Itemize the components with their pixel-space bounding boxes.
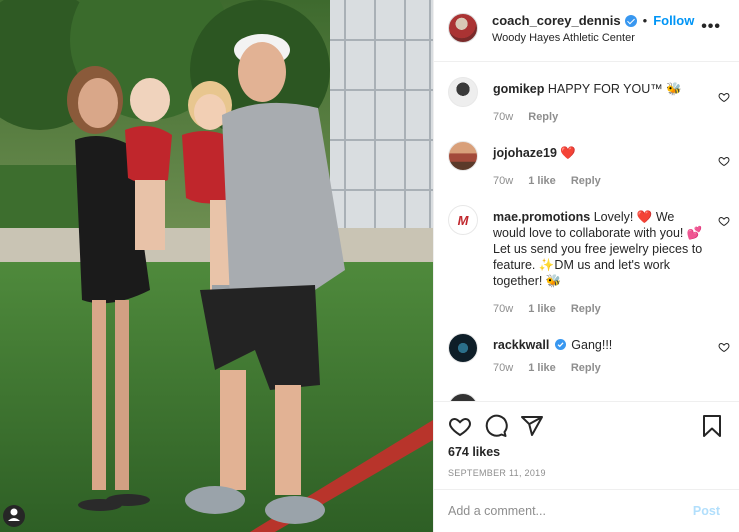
comment-likes[interactable]: 1 like: [528, 303, 556, 315]
comment-meta: 70w Reply: [493, 111, 570, 123]
post-sidebar: coach_corey_dennis • Follow Woody Hayes …: [433, 0, 739, 532]
author-line: coach_corey_dennis • Follow: [492, 13, 694, 28]
heart-icon[interactable]: [718, 155, 730, 167]
likes-count[interactable]: 674 likes: [448, 445, 500, 459]
post-date[interactable]: SEPTEMBER 11, 2019: [448, 468, 546, 478]
follow-button[interactable]: Follow: [653, 13, 694, 28]
verified-badge-icon: [624, 14, 637, 27]
reply-button[interactable]: Reply: [571, 362, 601, 374]
heart-icon[interactable]: [718, 341, 730, 353]
comment-meta: 70w 1 like Reply: [493, 175, 613, 187]
comment-age: 70w: [493, 303, 514, 315]
comment-likes[interactable]: 1 like: [528, 362, 556, 374]
comments-list[interactable]: gomikep HAPPY FOR YOU™ 🐝 70w Reply jojoh…: [434, 63, 739, 401]
heart-icon[interactable]: [718, 215, 730, 227]
post-image: [0, 0, 433, 532]
commenter-avatar[interactable]: M: [448, 205, 478, 235]
post-comment-button[interactable]: Post: [693, 504, 720, 518]
commenter-avatar[interactable]: [448, 77, 478, 107]
comment-likes[interactable]: 1 like: [528, 175, 556, 187]
comment-meta: 70w 1 like Reply: [493, 303, 613, 315]
comment-age: 70w: [493, 362, 514, 374]
comment-input[interactable]: Add a comment...: [448, 504, 546, 518]
heart-icon[interactable]: [448, 414, 472, 438]
comment-text: ❤️: [560, 146, 576, 160]
comment-body: jojohaze19 ❤️: [493, 145, 703, 161]
comment-age: 70w: [493, 175, 514, 187]
comment-username[interactable]: jojohaze19: [493, 146, 557, 160]
comment-text: Gang!!!: [571, 338, 613, 352]
comment-body: mae.promotions Lovely! ❤️ We would love …: [493, 209, 703, 289]
reply-button[interactable]: Reply: [571, 303, 601, 315]
commenter-avatar[interactable]: [448, 141, 478, 171]
post-actions: 674 likes SEPTEMBER 11, 2019: [434, 401, 739, 489]
comment-meta: 70w 1 like Reply: [493, 362, 613, 374]
commenter-avatar[interactable]: [448, 393, 478, 401]
author-username[interactable]: coach_corey_dennis: [492, 13, 621, 28]
comment-text: HAPPY FOR YOU™ 🐝: [547, 82, 682, 96]
post-location[interactable]: Woody Hayes Athletic Center: [492, 32, 635, 44]
comment-username[interactable]: mae.promotions: [493, 210, 590, 224]
more-options-icon[interactable]: •••: [701, 18, 721, 36]
share-icon[interactable]: [520, 414, 544, 438]
separator-dot: •: [642, 13, 648, 28]
commenter-avatar[interactable]: [448, 333, 478, 363]
reply-button[interactable]: Reply: [528, 111, 558, 123]
post-header: coach_corey_dennis • Follow Woody Hayes …: [434, 0, 739, 62]
comment-body: rackkwall Gang!!!: [493, 337, 703, 353]
reply-button[interactable]: Reply: [571, 175, 601, 187]
comment-age: 70w: [493, 111, 514, 123]
comment-username[interactable]: gomikep: [493, 82, 544, 96]
heart-icon[interactable]: [718, 91, 730, 103]
comment-body: gomikep HAPPY FOR YOU™ 🐝: [493, 81, 703, 97]
bookmark-icon[interactable]: [700, 414, 724, 438]
comment-icon[interactable]: [484, 414, 508, 438]
author-avatar[interactable]: [448, 13, 478, 43]
comment-username[interactable]: rackkwall: [493, 338, 549, 352]
post-photo[interactable]: [0, 0, 433, 532]
verified-badge-icon: [554, 339, 566, 350]
add-comment-bar: Add a comment... Post: [434, 489, 739, 532]
